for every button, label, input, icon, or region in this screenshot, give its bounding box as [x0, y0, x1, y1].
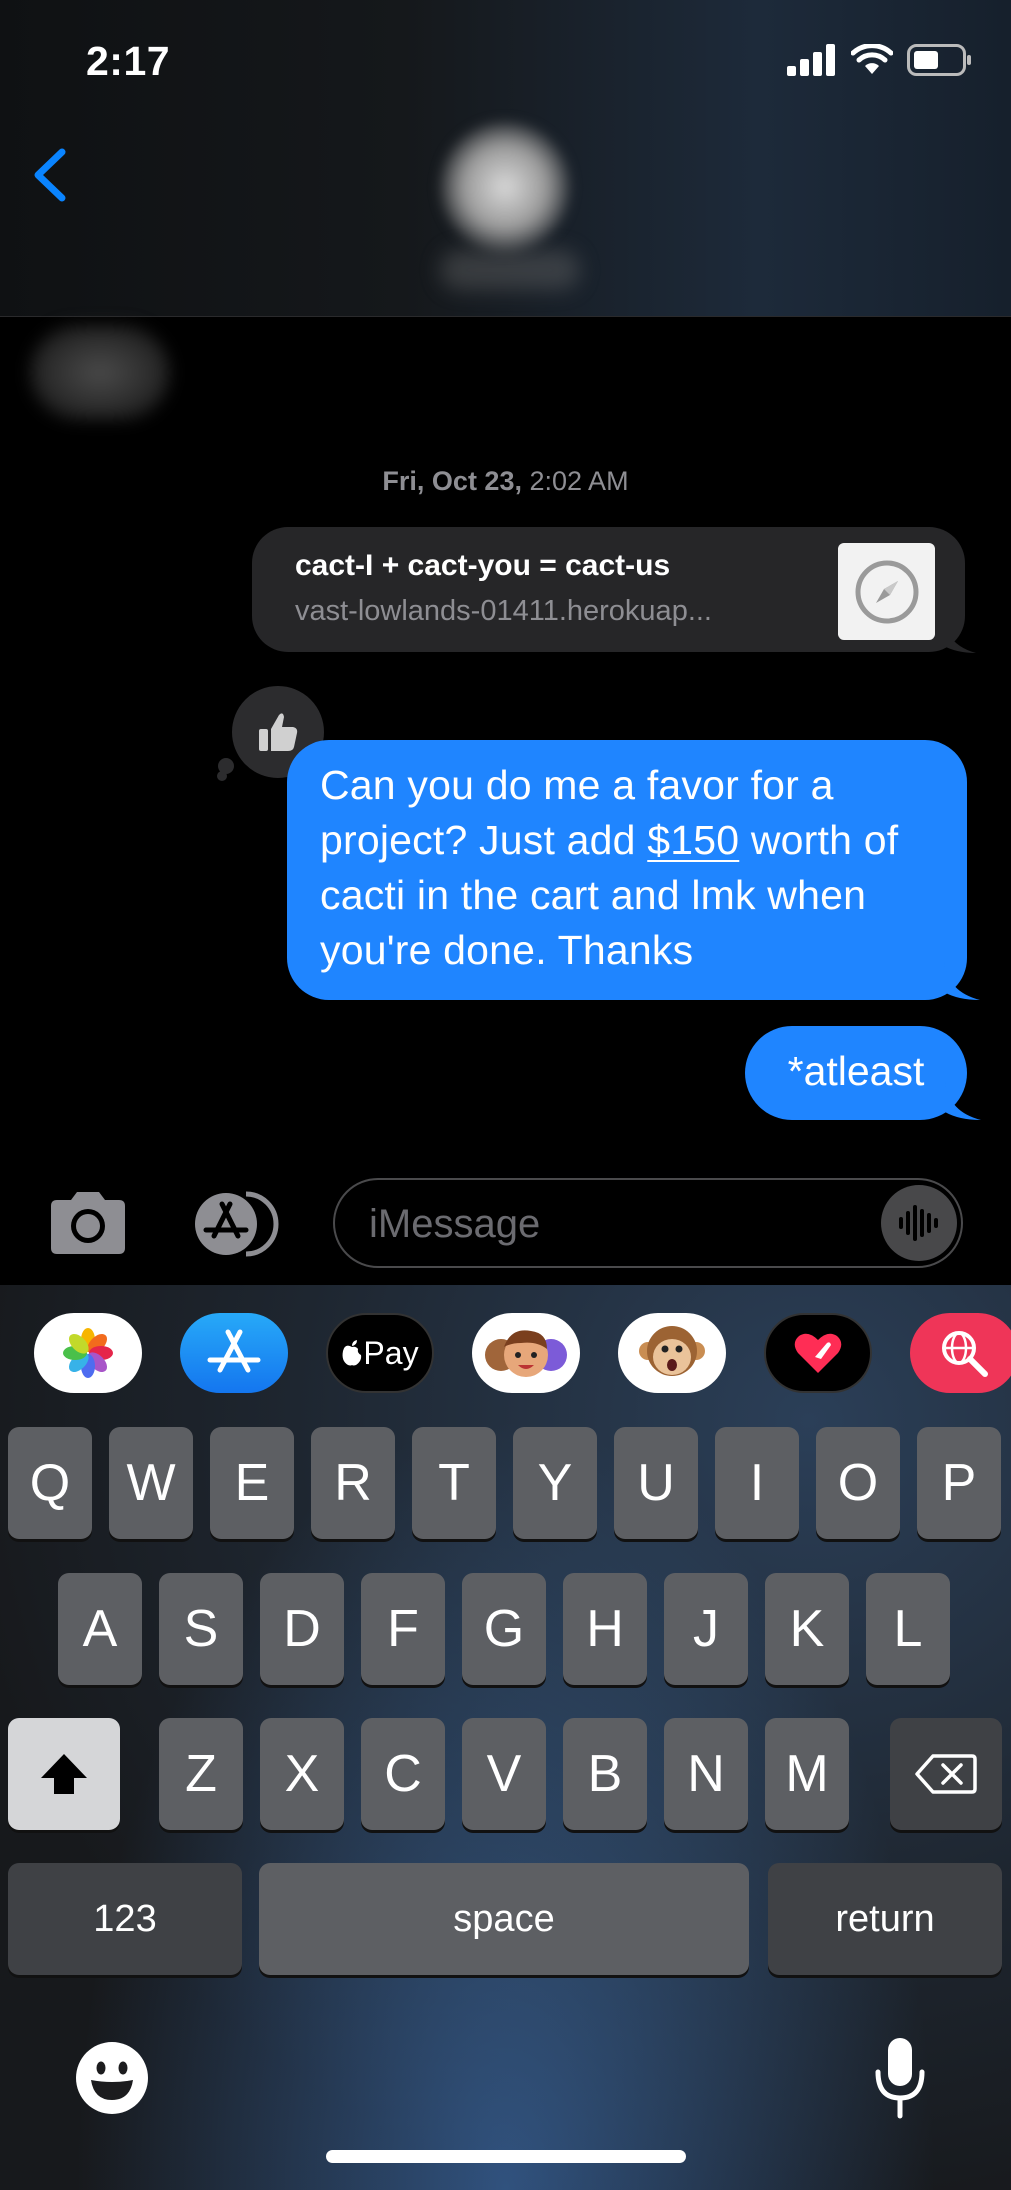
key-e[interactable]: E [210, 1427, 294, 1539]
audio-waveform-icon [899, 1205, 938, 1241]
emoji-smiley-icon [76, 2042, 148, 2114]
battery-icon [907, 44, 971, 76]
memoji-icon [485, 1330, 567, 1377]
animoji-icon [639, 1326, 705, 1376]
key-i[interactable]: I [715, 1427, 799, 1539]
camera-icon [51, 1192, 125, 1254]
key-p[interactable]: P [917, 1427, 1001, 1539]
key-q[interactable]: Q [8, 1427, 92, 1539]
contact-name-redacted[interactable] [440, 250, 580, 290]
photos-app-icon [63, 1328, 113, 1378]
sent-message-bubble[interactable]: *atleast [745, 1026, 981, 1120]
amount-data-detector-link[interactable]: $150 [647, 817, 739, 863]
space-key[interactable]: space [259, 1863, 749, 1975]
link-preview-bubble[interactable]: cact-I + cact-you = cact-us vast-lowland… [252, 527, 976, 653]
key-r[interactable]: R [311, 1427, 395, 1539]
key-g[interactable]: G [462, 1573, 546, 1685]
shift-key[interactable] [8, 1718, 120, 1830]
sent-message-text: Can you do me a favor for a project? Jus… [320, 758, 950, 978]
apple-logo-icon [342, 1340, 362, 1366]
timestamp-day: Fri, Oct 23, [382, 466, 522, 496]
microphone-icon [875, 2038, 925, 2119]
key-j[interactable]: J [664, 1573, 748, 1685]
keyboard: Pay Q W E R T Y U I O P A S D F G H J K … [0, 1285, 1011, 2190]
imessage-app-drawer: Pay [0, 1313, 1011, 1403]
contact-avatar[interactable] [440, 122, 570, 252]
timestamp-time: 2:02 AM [529, 466, 629, 496]
key-t[interactable]: T [412, 1427, 496, 1539]
key-c[interactable]: C [361, 1718, 445, 1830]
key-d[interactable]: D [260, 1573, 344, 1685]
backspace-icon [915, 1754, 977, 1794]
home-indicator[interactable] [326, 2150, 686, 2163]
wifi-icon [851, 44, 893, 74]
delete-key[interactable] [890, 1718, 1002, 1830]
key-n[interactable]: N [664, 1718, 748, 1830]
digital-touch-button[interactable] [764, 1313, 872, 1393]
voice-message-button[interactable] [881, 1185, 957, 1261]
sent-message-bubble[interactable]: Can you do me a favor for a project? Jus… [287, 740, 980, 1000]
key-a[interactable]: A [58, 1573, 142, 1685]
camera-button[interactable] [45, 1190, 131, 1256]
status-bar: 2:17 [0, 0, 1011, 120]
app-store-drawer-button[interactable] [186, 1190, 286, 1258]
key-b[interactable]: B [563, 1718, 647, 1830]
thumbs-up-icon [259, 713, 298, 751]
apple-pay-label: Pay [363, 1334, 419, 1371]
key-k[interactable]: K [765, 1573, 849, 1685]
sent-message-text: *atleast [787, 1048, 925, 1094]
status-time: 2:17 [86, 38, 171, 84]
message-input-bar [0, 1160, 1011, 1285]
received-message-redacted[interactable] [30, 325, 170, 420]
link-preview-title: cact-I + cact-you = cact-us [295, 549, 671, 582]
return-key[interactable]: return [768, 1863, 1002, 1975]
key-s[interactable]: S [159, 1573, 243, 1685]
back-button[interactable] [28, 140, 78, 210]
shift-arrow-icon [41, 1754, 87, 1794]
message-timestamp: Fri, Oct 23, 2:02 AM [0, 466, 1011, 497]
key-u[interactable]: U [614, 1427, 698, 1539]
key-z[interactable]: Z [159, 1718, 243, 1830]
photos-app-button[interactable] [34, 1313, 142, 1393]
emoji-keyboard-button[interactable] [74, 2040, 150, 2116]
key-y[interactable]: Y [513, 1427, 597, 1539]
cellular-signal-icon [787, 44, 835, 76]
key-v[interactable]: V [462, 1718, 546, 1830]
link-preview-thumbnail [838, 543, 935, 640]
imessage-input-field[interactable] [333, 1178, 963, 1268]
key-h[interactable]: H [563, 1573, 647, 1685]
app-store-icon [195, 1191, 279, 1257]
key-l[interactable]: L [866, 1573, 950, 1685]
bubble-tail [942, 615, 976, 653]
digital-touch-icon [794, 1333, 842, 1373]
apple-pay-button[interactable]: Pay [326, 1313, 434, 1393]
key-x[interactable]: X [260, 1718, 344, 1830]
app-store-app-button[interactable] [180, 1313, 288, 1393]
link-preview-url: vast-lowlands-01411.herokuap... [295, 595, 712, 627]
image-search-icon [942, 1331, 988, 1377]
status-icons [787, 44, 973, 76]
chevron-left-icon [34, 148, 66, 202]
app-store-icon [207, 1329, 261, 1373]
message-text-input[interactable] [367, 1198, 851, 1250]
image-search-button[interactable] [910, 1313, 1011, 1393]
memoji-stickers-button[interactable] [472, 1313, 580, 1393]
safari-compass-icon [855, 560, 918, 623]
key-w[interactable]: W [109, 1427, 193, 1539]
key-m[interactable]: M [765, 1718, 849, 1830]
numbers-key[interactable]: 123 [8, 1863, 242, 1975]
key-o[interactable]: O [816, 1427, 900, 1539]
dictation-button[interactable] [870, 2036, 930, 2120]
tapback-tail-small [217, 771, 227, 781]
animoji-button[interactable] [618, 1313, 726, 1393]
key-f[interactable]: F [361, 1573, 445, 1685]
